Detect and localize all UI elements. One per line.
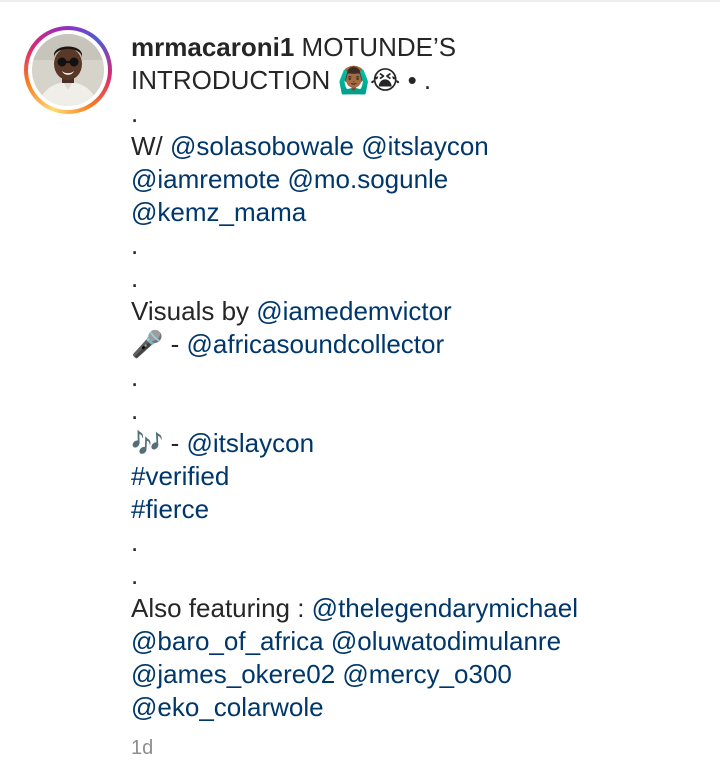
story-ring[interactable] [24, 26, 112, 114]
hashtag-link[interactable]: #verified [131, 461, 229, 491]
dot-separator: . [131, 362, 139, 392]
caption-dot-line: . [131, 97, 706, 130]
music-notes-icon: 🎶 [131, 429, 164, 459]
caption-line-1: mrmacaroni1 MOTUNDE’S [131, 31, 706, 64]
mention-link[interactable]: @iamremote [131, 164, 280, 194]
with-prefix: W/ [131, 131, 163, 161]
gesture-emoji-icon: 🙆🏾‍♂️ [337, 66, 370, 96]
caption-line-with-2: @iamremote @mo.sogunle [131, 163, 706, 196]
top-divider [0, 0, 720, 2]
caption-line-hashtag: #fierce [131, 493, 706, 526]
featuring-prefix: Also featuring : [131, 593, 305, 623]
mention-link[interactable]: @thelegendarymichael [312, 593, 578, 623]
dot-separator: . [131, 395, 139, 425]
caption-line-notes: 🎶 - @itslaycon [131, 427, 706, 460]
mention-link[interactable]: @james_okere02 [131, 659, 335, 689]
dash-separator: - [170, 428, 180, 458]
mention-link[interactable]: @eko_colarwole [131, 692, 324, 722]
avatar-photo [32, 34, 104, 106]
caption-dot-line: . [131, 526, 706, 559]
caption-dot-line: . [131, 262, 706, 295]
caption-line-mic: 🎤 - @africasoundcollector [131, 328, 706, 361]
crying-emoji-icon: 😭 [369, 66, 401, 96]
dash-separator: - [170, 329, 180, 359]
dot-separator: . [131, 98, 139, 128]
mention-link[interactable]: @baro_of_africa [131, 626, 324, 656]
caption-line-featuring-2: @baro_of_africa @oluwatodimulanre [131, 625, 706, 658]
caption-title-cont: INTRODUCTION [131, 65, 331, 95]
post-caption: mrmacaroni1 MOTUNDE’S INTRODUCTION 🙆🏾‍♂️… [131, 31, 706, 724]
caption-line-featuring: Also featuring : @thelegendarymichael [131, 592, 706, 625]
dot-separator: . [131, 263, 139, 293]
mention-link[interactable]: @solasobowale [170, 131, 354, 161]
caption-dot-line: . [131, 559, 706, 592]
caption-line-with-3: @kemz_mama [131, 196, 706, 229]
caption-title: MOTUNDE’S [301, 32, 457, 62]
mention-link[interactable]: @itslaycon [361, 131, 489, 161]
mention-link[interactable]: @itslaycon [187, 428, 315, 458]
mention-link[interactable]: @africasoundcollector [187, 329, 445, 359]
dot-separator: . [131, 527, 139, 557]
hashtag-link[interactable]: #fierce [131, 494, 209, 524]
caption-dot-line: . [131, 361, 706, 394]
dot-separator: . [131, 560, 139, 590]
avatar[interactable] [32, 34, 104, 106]
mention-link[interactable]: @oluwatodimulanre [331, 626, 561, 656]
visuals-prefix: Visuals by [131, 296, 250, 326]
username-link[interactable]: mrmacaroni1 [131, 32, 294, 62]
dot-separator: . [131, 230, 139, 260]
bullet-separator: • . [407, 65, 432, 95]
caption-line-featuring-4: @eko_colarwole [131, 691, 706, 724]
mention-link[interactable]: @mercy_o300 [342, 659, 511, 689]
caption-line-with: W/ @solasobowale @itslaycon [131, 130, 706, 163]
caption-line-featuring-3: @james_okere02 @mercy_o300 [131, 658, 706, 691]
mention-link[interactable]: @kemz_mama [131, 197, 306, 227]
caption-dot-line: . [131, 394, 706, 427]
caption-dot-line: . [131, 229, 706, 262]
post-timestamp: 1d [131, 737, 154, 759]
microphone-icon: 🎤 [131, 330, 164, 360]
caption-line-hashtag: #verified [131, 460, 706, 493]
caption-line-visuals: Visuals by @iamedemvictor [131, 295, 706, 328]
caption-line-2: INTRODUCTION 🙆🏾‍♂️😭 • . [131, 64, 706, 97]
mention-link[interactable]: @mo.sogunle [287, 164, 448, 194]
mention-link[interactable]: @iamedemvictor [256, 296, 451, 326]
